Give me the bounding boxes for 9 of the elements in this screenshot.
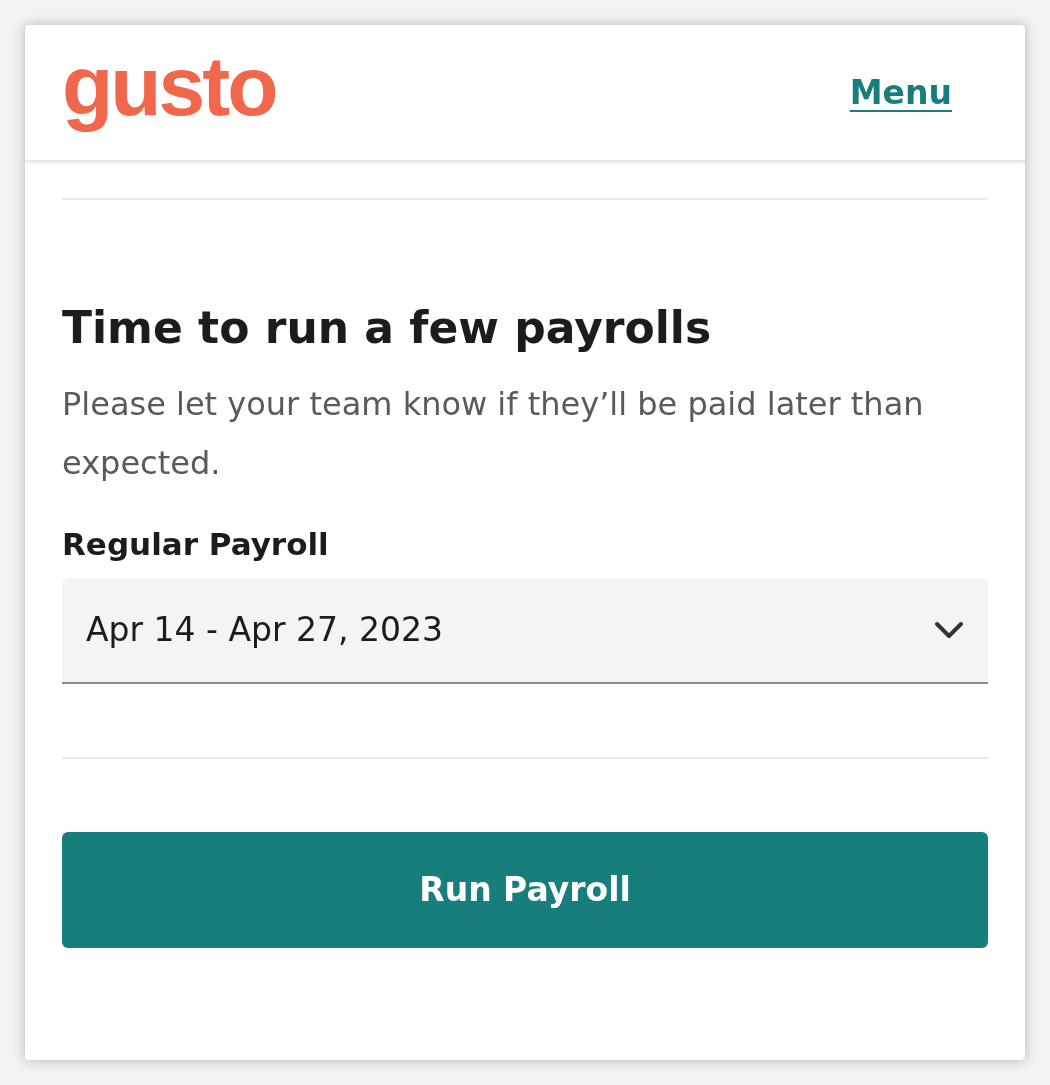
page-heading: Time to run a few payrolls [62,301,713,355]
description-text: Please let your team know if they’ll be paid later than expected. [62,384,925,484]
chevron-down-icon [934,620,964,639]
run-payroll-button[interactable]: Run Payroll [62,831,988,948]
field-label: Regular Payroll [62,525,330,564]
menu-link[interactable]: Menu [849,67,952,118]
logo[interactable]: gusto [62,43,276,142]
select-value: Apr 14 - Apr 27, 2023 [86,608,443,651]
payroll-select[interactable]: Apr 14 - Apr 27, 2023 [62,577,988,684]
